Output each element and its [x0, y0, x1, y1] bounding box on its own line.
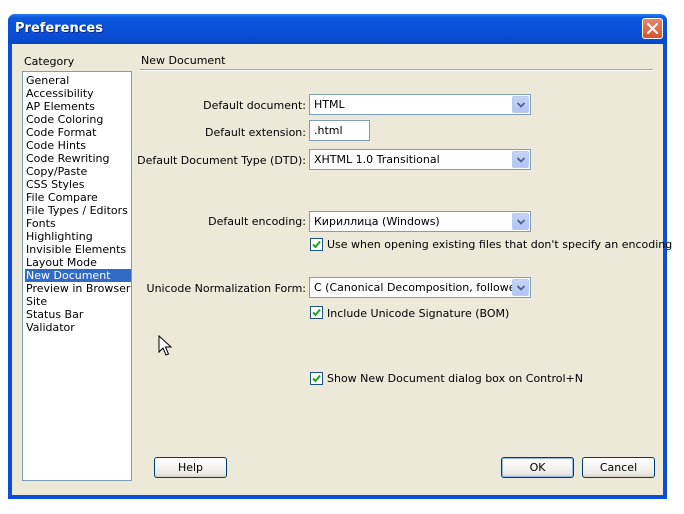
- category-item-css-styles[interactable]: CSS Styles: [25, 178, 131, 191]
- category-item-file-compare[interactable]: File Compare: [25, 191, 131, 204]
- category-item-status-bar[interactable]: Status Bar: [25, 308, 131, 321]
- category-item-code-format[interactable]: Code Format: [25, 126, 131, 139]
- title-bar[interactable]: Preferences: [8, 14, 667, 44]
- normalization-label: Unicode Normalization Form:: [146, 282, 306, 295]
- category-item-preview-in-browser[interactable]: Preview in Browser: [25, 282, 131, 295]
- category-item-copy-paste[interactable]: Copy/Paste: [25, 165, 131, 178]
- dtd-value: XHTML 1.0 Transitional: [314, 153, 440, 166]
- check-icon: [312, 240, 321, 249]
- use-encoding-label[interactable]: Use when opening existing files that don…: [327, 238, 672, 251]
- category-item-new-document[interactable]: New Document: [25, 269, 131, 282]
- category-item-code-coloring[interactable]: Code Coloring: [25, 113, 131, 126]
- category-item-file-types-editors[interactable]: File Types / Editors: [25, 204, 131, 217]
- category-item-code-rewriting[interactable]: Code Rewriting: [25, 152, 131, 165]
- unicode-signature-label[interactable]: Include Unicode Signature (BOM): [327, 307, 509, 320]
- encoding-label: Default encoding:: [208, 215, 306, 228]
- category-item-invisible-elements[interactable]: Invisible Elements: [25, 243, 131, 256]
- category-item-code-hints[interactable]: Code Hints: [25, 139, 131, 152]
- show-dialog-label[interactable]: Show New Document dialog box on Control+…: [327, 372, 583, 385]
- encoding-select[interactable]: Кириллица (Windows): [309, 211, 531, 232]
- category-item-validator[interactable]: Validator: [25, 321, 131, 334]
- use-encoding-checkbox[interactable]: [310, 238, 323, 251]
- panel-heading: New Document: [141, 54, 226, 67]
- chevron-down-icon: [517, 102, 525, 108]
- chevron-down-icon: [517, 157, 525, 163]
- dialog-body: Category General Accessibility AP Elemen…: [12, 44, 672, 495]
- dropdown-button[interactable]: [512, 213, 529, 230]
- category-item-site[interactable]: Site: [25, 295, 131, 308]
- check-icon: [312, 308, 321, 317]
- default-document-select[interactable]: HTML: [309, 94, 531, 115]
- category-item-highlighting[interactable]: Highlighting: [25, 230, 131, 243]
- dtd-select[interactable]: XHTML 1.0 Transitional: [309, 149, 531, 170]
- ok-button[interactable]: OK: [501, 457, 574, 478]
- category-item-accessibility[interactable]: Accessibility: [25, 87, 131, 100]
- category-item-layout-mode[interactable]: Layout Mode: [25, 256, 131, 269]
- show-dialog-checkbox[interactable]: [310, 372, 323, 385]
- check-icon: [312, 374, 321, 383]
- preferences-window: Preferences Category General Accessibili…: [8, 14, 672, 499]
- category-list[interactable]: General Accessibility AP Elements Code C…: [22, 71, 132, 481]
- help-button[interactable]: Help: [154, 457, 227, 478]
- category-item-fonts[interactable]: Fonts: [25, 217, 131, 230]
- close-icon: [646, 22, 659, 35]
- encoding-value: Кириллица (Windows): [314, 215, 440, 228]
- dropdown-button[interactable]: [512, 279, 529, 296]
- window-title: Preferences: [15, 21, 103, 36]
- dtd-label: Default Document Type (DTD):: [137, 154, 306, 167]
- category-heading: Category: [24, 55, 75, 68]
- unicode-signature-checkbox[interactable]: [310, 306, 323, 319]
- default-extension-input[interactable]: .html: [309, 120, 370, 141]
- chevron-down-icon: [517, 219, 525, 225]
- default-document-value: HTML: [314, 98, 345, 111]
- category-item-ap-elements[interactable]: AP Elements: [25, 100, 131, 113]
- heading-divider: [140, 69, 653, 71]
- mouse-pointer-icon: [158, 335, 172, 356]
- default-extension-value: .html: [314, 124, 343, 137]
- dropdown-button[interactable]: [512, 151, 529, 168]
- default-document-label: Default document:: [203, 99, 306, 112]
- cancel-button[interactable]: Cancel: [582, 457, 655, 478]
- normalization-select[interactable]: C (Canonical Decomposition, followed by …: [309, 277, 531, 298]
- normalization-value: C (Canonical Decomposition, followed by …: [314, 281, 512, 294]
- close-button[interactable]: [642, 18, 663, 39]
- default-extension-label: Default extension:: [204, 126, 306, 139]
- dropdown-button[interactable]: [512, 96, 529, 113]
- category-item-general[interactable]: General: [25, 74, 131, 87]
- chevron-down-icon: [517, 285, 525, 291]
